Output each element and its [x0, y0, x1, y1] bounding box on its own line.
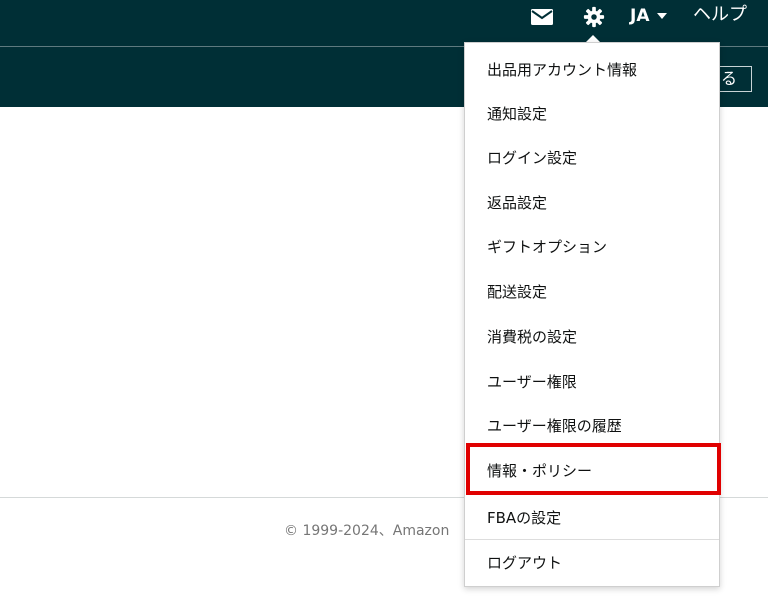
menu-separator — [465, 539, 719, 540]
copyright-text: © 1999-2024、Amazon — [284, 523, 450, 539]
mail-icon[interactable] — [530, 6, 554, 28]
menu-item-login-settings[interactable]: ログイン設定 — [487, 143, 577, 173]
menu-item-permission-history[interactable]: ユーザー権限の履歴 — [487, 411, 622, 441]
gear-icon[interactable] — [582, 6, 606, 28]
menu-item-shipping-settings[interactable]: 配送設定 — [487, 277, 547, 307]
menu-item-tax-settings[interactable]: 消費税の設定 — [487, 322, 577, 352]
menu-item-fba-settings[interactable]: FBAの設定 — [487, 503, 561, 533]
chevron-down-icon[interactable] — [657, 13, 667, 19]
settings-dropdown-menu: 出品用アカウント情報 通知設定 ログイン設定 返品設定 ギフトオプション 配送設… — [464, 42, 720, 587]
menu-item-gift-options[interactable]: ギフトオプション — [487, 232, 607, 262]
menu-item-logout[interactable]: ログアウト — [487, 548, 562, 578]
language-selector[interactable]: JA — [630, 4, 649, 28]
help-link[interactable]: ヘルプ — [693, 3, 747, 27]
menu-item-return-settings[interactable]: 返品設定 — [487, 188, 547, 218]
highlight-box — [466, 443, 721, 495]
menu-item-user-permissions[interactable]: ユーザー権限 — [487, 367, 577, 397]
top-nav-bar — [0, 0, 768, 46]
menu-item-notification[interactable]: 通知設定 — [487, 99, 547, 129]
menu-item-account-info[interactable]: 出品用アカウント情報 — [487, 55, 637, 85]
